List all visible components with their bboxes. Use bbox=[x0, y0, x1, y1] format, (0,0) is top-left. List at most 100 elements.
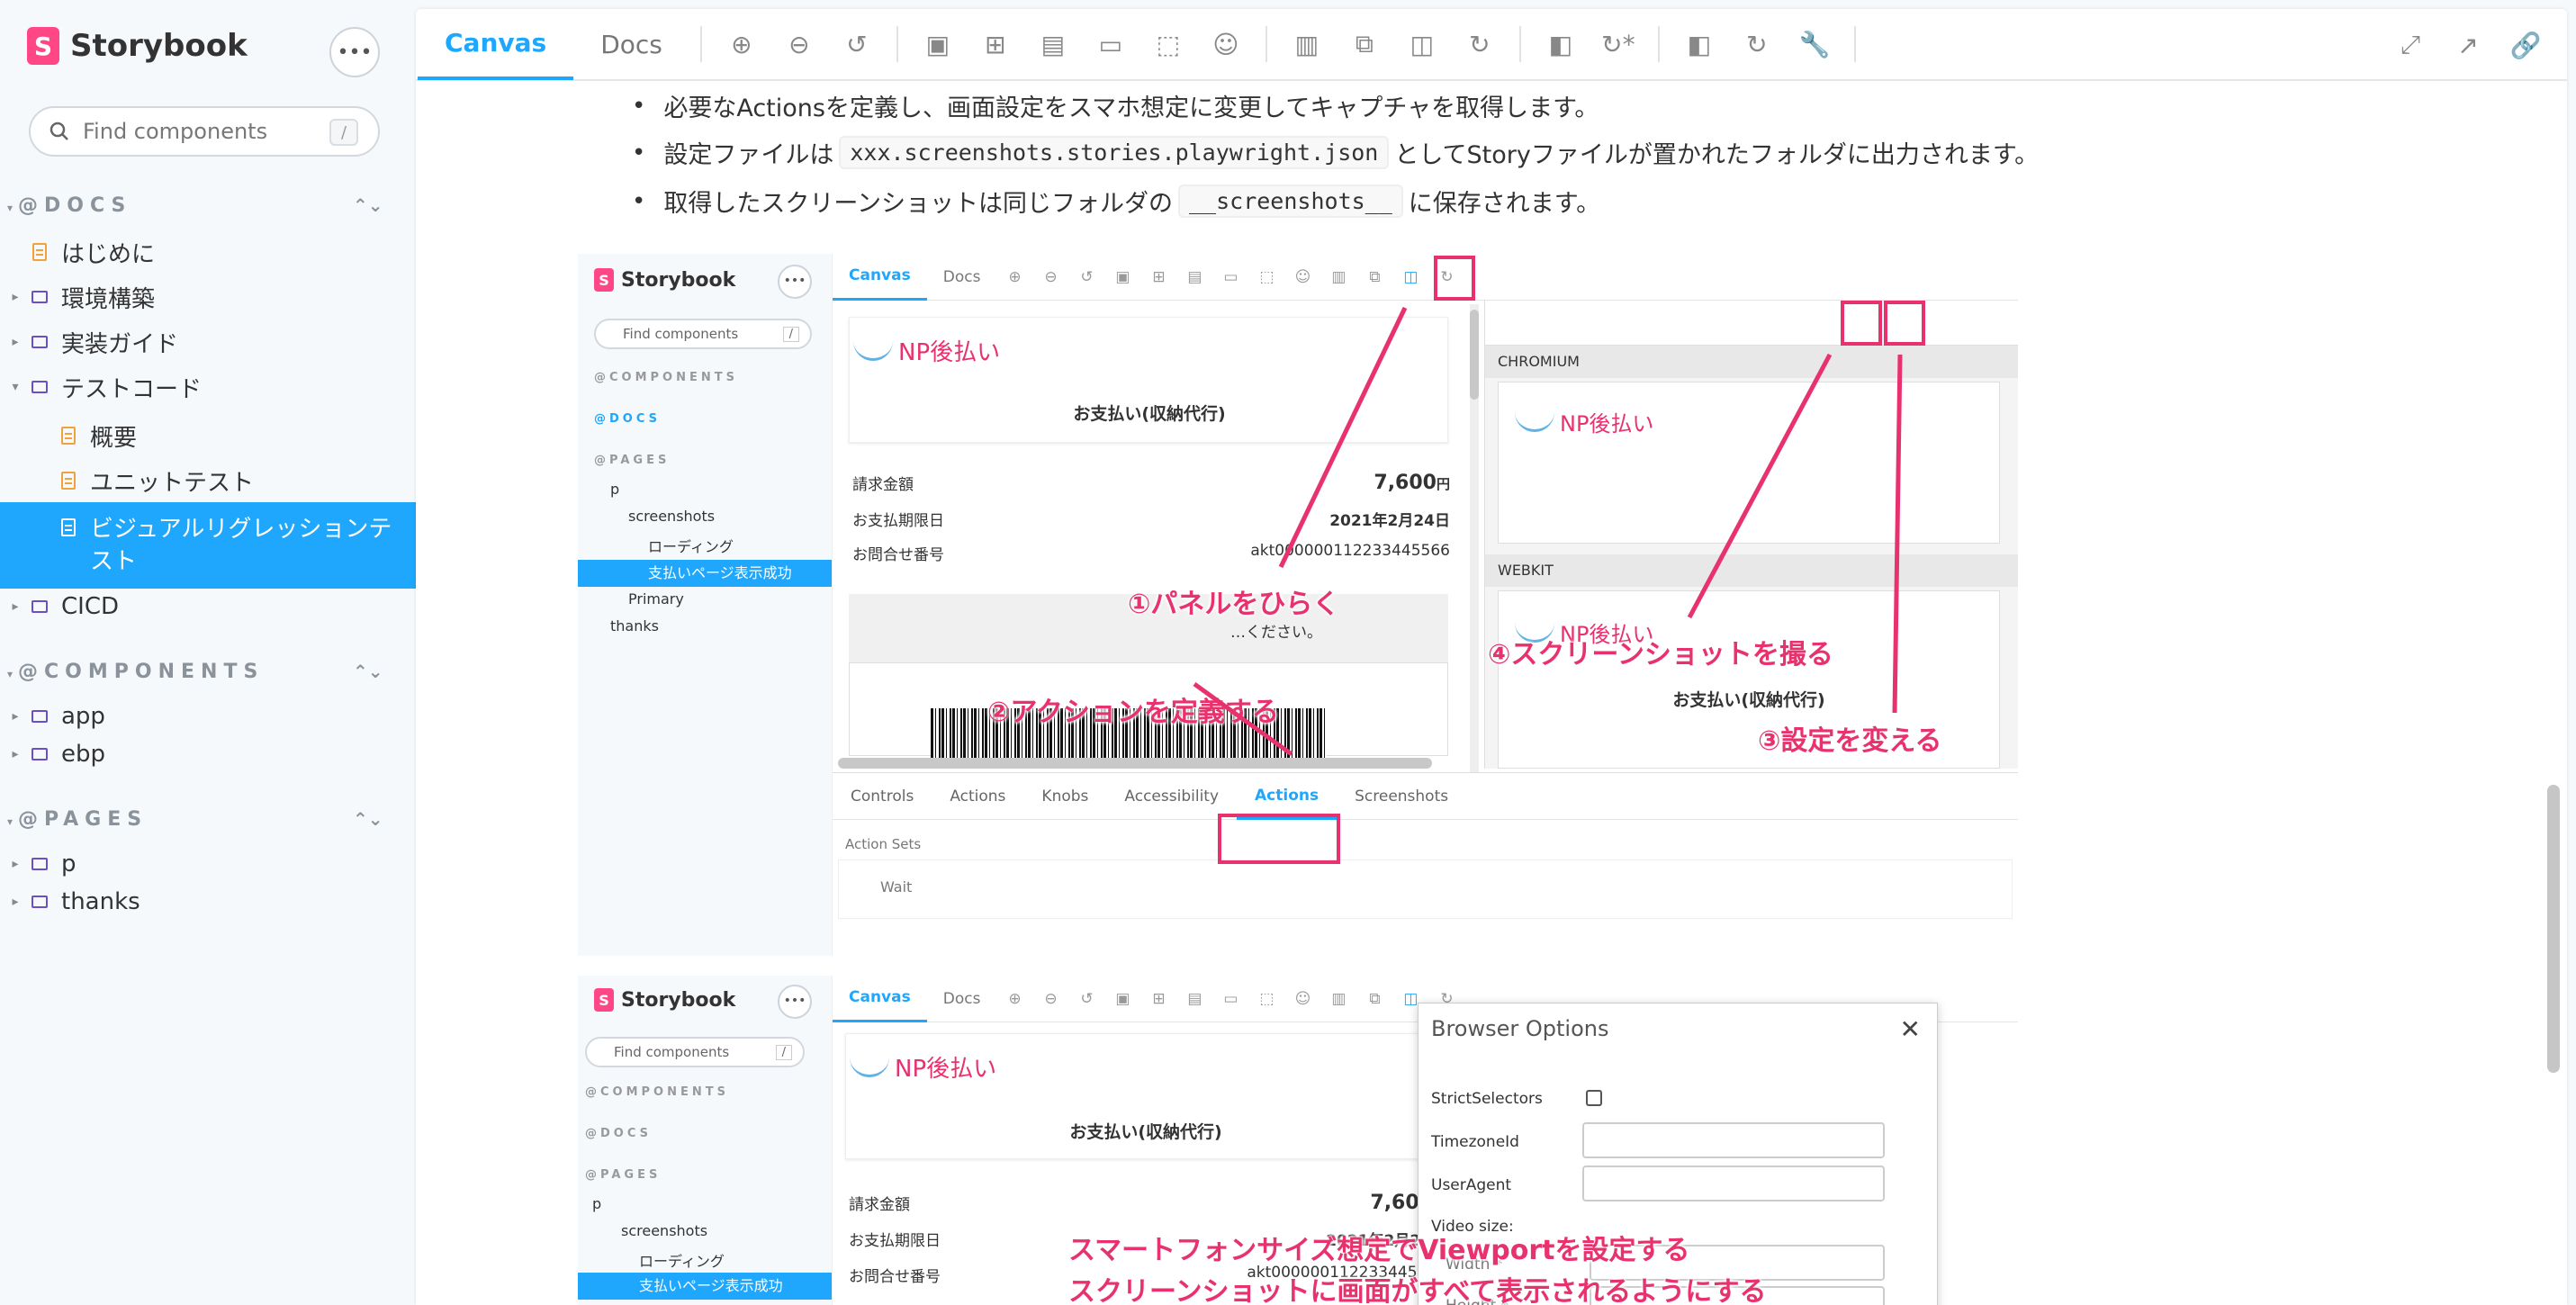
tab-docs[interactable]: Docs bbox=[573, 8, 689, 80]
group-docs[interactable]: ▾ @DOCS ⌃⌄ bbox=[7, 194, 383, 217]
shot1-group-components: @COMPONENTS bbox=[594, 371, 738, 384]
zoom-in-icon[interactable]: ⊕ bbox=[713, 8, 770, 80]
shot1-group-docs: @DOCS bbox=[594, 412, 661, 426]
sidebar-item-ebp[interactable]: ▸ ebp bbox=[0, 733, 416, 776]
dialog-title: Browser Options bbox=[1431, 1016, 1609, 1041]
grid-icon[interactable]: ⊞ bbox=[967, 8, 1024, 80]
sidebar-menu-button[interactable]: ••• bbox=[329, 27, 380, 77]
shot2-row-amount: 請求金額7,600円 bbox=[849, 1192, 1446, 1214]
inline-code: __screenshots__ bbox=[1178, 184, 1403, 218]
ellipsis-icon: ••• bbox=[337, 40, 373, 64]
measure-icon[interactable]: ▭ bbox=[1082, 8, 1139, 80]
shot2-tree-p: p bbox=[592, 1195, 602, 1212]
sidebar-item-testcode[interactable]: ▾ テストコード bbox=[0, 365, 416, 409]
timezone-input[interactable] bbox=[1582, 1122, 1885, 1158]
tab-canvas[interactable]: Canvas bbox=[418, 8, 574, 80]
shot2-group-components: @COMPONENTS bbox=[585, 1085, 729, 1099]
search-icon bbox=[50, 122, 68, 140]
search-placeholder: Find components bbox=[83, 119, 268, 144]
sidebar-item-thanks[interactable]: ▸ thanks bbox=[0, 880, 416, 923]
chevron-down-icon: ▾ bbox=[12, 380, 19, 394]
link-icon[interactable]: 🔗 bbox=[2497, 9, 2554, 81]
shot1-tree-success: 支払いページ表示成功 bbox=[578, 560, 832, 587]
chevron-right-icon: ▸ bbox=[12, 857, 19, 871]
divider bbox=[1265, 26, 1267, 62]
search-input[interactable]: Find components / bbox=[29, 106, 380, 157]
open-new-icon[interactable]: ⧉ bbox=[1336, 8, 1393, 80]
shot1-tree-p: p bbox=[610, 481, 620, 498]
chevron-right-icon: ▸ bbox=[12, 709, 19, 724]
sidebar-item-setup[interactable]: ▸ 環境構築 bbox=[0, 275, 416, 319]
folder-icon bbox=[32, 336, 48, 348]
external-link-icon[interactable]: ↗ bbox=[2439, 9, 2497, 81]
close-icon[interactable]: ✕ bbox=[1900, 1014, 1921, 1044]
group-components[interactable]: ▾ @COMPONENTS ⌃⌄ bbox=[7, 661, 383, 683]
shot2-tree-screenshots: screenshots bbox=[621, 1222, 708, 1239]
option-useragent: UserAgent bbox=[1431, 1176, 1512, 1194]
zoom-out-icon[interactable]: ⊖ bbox=[770, 8, 828, 80]
collapse-icon[interactable]: ⌃⌄ bbox=[353, 194, 383, 216]
sidebar-item-overview[interactable]: 概要 bbox=[0, 414, 416, 457]
collapse-icon[interactable]: ⌃⌄ bbox=[353, 808, 383, 830]
sidebar-item-cicd[interactable]: ▸ CICD bbox=[0, 585, 416, 628]
arrow-define-action bbox=[1193, 681, 1293, 757]
shot2-group-docs: @DOCS bbox=[585, 1127, 652, 1140]
shot1-search: Find components / bbox=[594, 319, 812, 349]
chevron-right-icon: ▸ bbox=[12, 335, 19, 349]
option-timezone: TimezoneId bbox=[1431, 1133, 1519, 1151]
shot2-header-card: NP後払い お支払い(収納代行) bbox=[845, 1033, 1445, 1159]
fullscreen-icon[interactable]: ⤢ bbox=[2382, 9, 2439, 81]
zoom-reset-icon[interactable]: ↺ bbox=[828, 8, 886, 80]
document-icon bbox=[61, 427, 76, 445]
shot2-sidebar: S Storybook ••• Find components / @COMPONE… bbox=[578, 976, 832, 1305]
brand-name: Storybook bbox=[70, 28, 248, 64]
strict-selectors-checkbox[interactable] bbox=[1586, 1090, 1602, 1106]
sidebar-item-app[interactable]: ▸ app bbox=[0, 695, 416, 738]
sidebar-panel-icon[interactable]: ◫ bbox=[1393, 8, 1451, 80]
annotation-arrows bbox=[1193, 306, 1903, 757]
viewport-icon[interactable]: ▤ bbox=[1024, 8, 1082, 80]
bullet-2: 設定ファイルはxxx.screenshots.stories.playwrigh… bbox=[632, 135, 2039, 170]
refresh-icon[interactable]: ↻ bbox=[1728, 8, 1786, 80]
compare-icon[interactable]: ◧ bbox=[1532, 8, 1590, 80]
sidebar-item-guide[interactable]: ▸ 実装ガイド bbox=[0, 320, 416, 364]
shot1-tree-primary: Primary bbox=[628, 590, 684, 608]
divider bbox=[1518, 26, 1521, 62]
history-icon[interactable]: ↻* bbox=[1590, 8, 1647, 80]
zoom-reset-icon: ↺ bbox=[1080, 989, 1094, 1008]
compare-alt-icon[interactable]: ◧ bbox=[1671, 8, 1728, 80]
open-new-icon: ⧉ bbox=[1369, 989, 1381, 1008]
collapse-icon[interactable]: ⌃⌄ bbox=[353, 661, 383, 682]
toolbar: Canvas Docs ⊕ ⊖ ↺ ▣ ⊞ ▤ ▭ ⬚ ☺ ▥ ⧉ ◫ ↻ ◧ … bbox=[416, 9, 2567, 81]
group-pages[interactable]: ▾ @PAGES ⌃⌄ bbox=[7, 808, 383, 831]
chevron-right-icon: ▸ bbox=[12, 290, 19, 304]
useragent-input[interactable] bbox=[1582, 1166, 1885, 1202]
outline-icon[interactable]: ⬚ bbox=[1139, 8, 1197, 80]
sidebar-item-p[interactable]: ▸ p bbox=[0, 842, 416, 886]
shot2-search: Find components / bbox=[585, 1037, 805, 1067]
reload-icon[interactable]: ↻ bbox=[1451, 8, 1509, 80]
option-strict-selectors: StrictSelectors bbox=[1431, 1090, 1543, 1108]
panel-bottom-icon[interactable]: ▥ bbox=[1278, 8, 1336, 80]
sidebar-item-unittest[interactable]: ユニットテスト bbox=[0, 459, 416, 502]
background-icon[interactable]: ▣ bbox=[909, 8, 967, 80]
folder-icon bbox=[32, 600, 48, 613]
storybook-logo-icon: S bbox=[27, 27, 59, 65]
sidebar-item-intro[interactable]: はじめに bbox=[0, 230, 416, 274]
shot1-sidebar: S Storybook ••• Find components / @COMPONE… bbox=[578, 254, 832, 956]
storybook-logo[interactable]: S Storybook bbox=[27, 27, 248, 65]
annotation-viewport: スマートフォンサイズ想定でViewportを設定する bbox=[1068, 1235, 1690, 1266]
np-logo: NP後払い bbox=[850, 1050, 996, 1084]
shot2-logo: S Storybook bbox=[594, 988, 735, 1012]
sidebar-item-visual-regression[interactable]: ビジュアルリグレッションテスト bbox=[0, 502, 416, 589]
vertical-scrollbar[interactable] bbox=[2547, 785, 2560, 1073]
bullet-3: 取得したスクリーンショットは同じフォルダの__screenshots__に保存さ… bbox=[632, 184, 1600, 219]
screenshot-1: S Storybook ••• Find components / @COMPONE… bbox=[578, 254, 2018, 956]
folder-icon bbox=[32, 291, 48, 303]
folder-icon bbox=[32, 381, 48, 393]
wrench-icon[interactable]: 🔧 bbox=[1786, 8, 1843, 80]
accessibility-icon[interactable]: ☺ bbox=[1197, 8, 1255, 80]
grid-icon: ⊞ bbox=[1152, 989, 1166, 1008]
chevron-right-icon: ▸ bbox=[12, 747, 19, 761]
shot1-group-pages: @PAGES bbox=[594, 454, 671, 467]
